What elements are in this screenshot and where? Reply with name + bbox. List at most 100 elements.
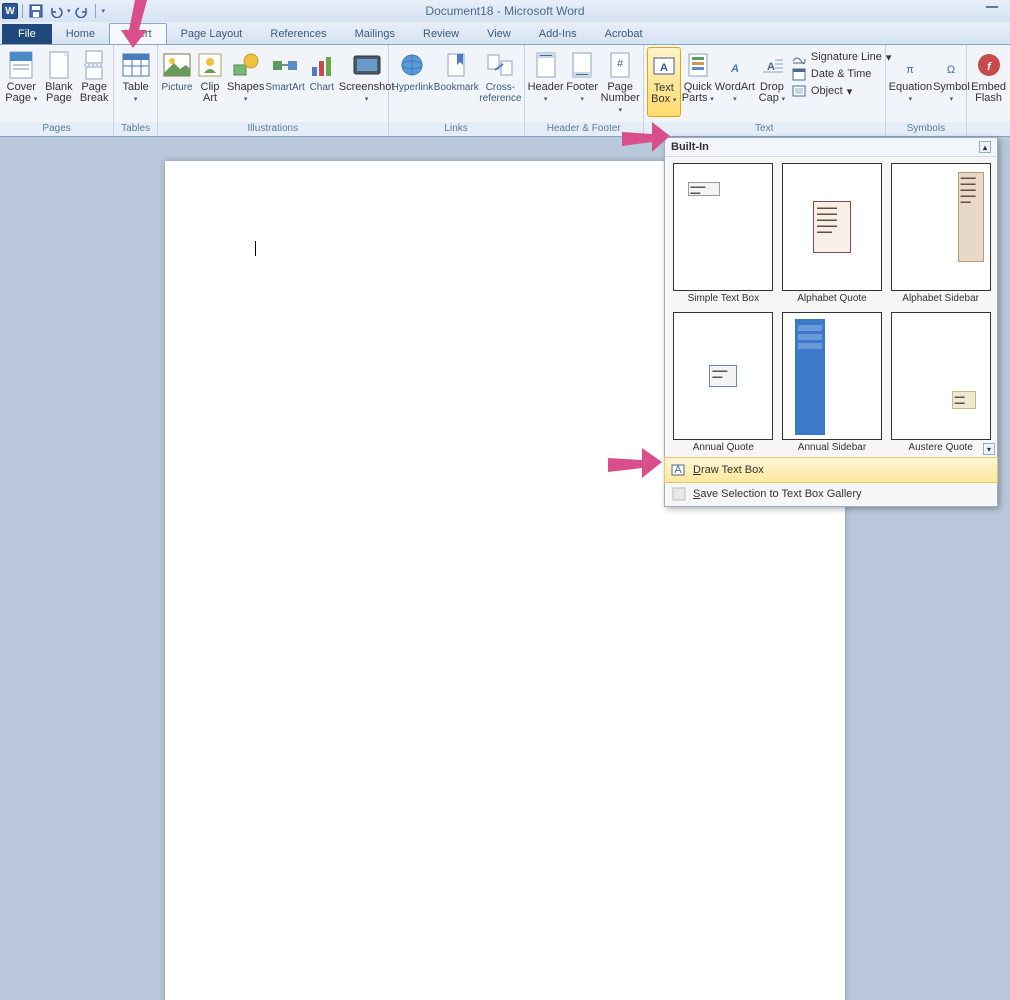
group-label-flash — [967, 122, 1010, 136]
tab-file[interactable]: File — [2, 24, 52, 44]
tab-home[interactable]: Home — [52, 24, 109, 44]
title-bar: W ▾ ▾ Document18 - Microsoft Word — [0, 0, 1010, 22]
object-button[interactable]: Object ▾ — [791, 83, 891, 99]
shapes-button[interactable]: Shapes▾ — [227, 47, 264, 117]
flash-icon: f — [973, 49, 1005, 81]
page-break-icon — [78, 49, 110, 81]
drop-cap-icon: A — [756, 49, 788, 81]
group-pages: CoverPage ▾ BlankPage PageBreak Pages — [0, 45, 114, 136]
wordart-icon: A — [719, 49, 751, 81]
clipart-icon — [194, 49, 226, 81]
picture-icon — [161, 49, 193, 81]
header-icon — [530, 49, 562, 81]
group-flash: f EmbedFlash — [967, 45, 1010, 136]
group-label-headerfooter: Header & Footer — [525, 122, 643, 136]
header-button[interactable]: Header▾ — [528, 47, 564, 117]
undo-button[interactable] — [47, 2, 65, 20]
text-box-button[interactable]: A TextBox ▾ — [647, 47, 681, 117]
drop-cap-button[interactable]: A DropCap ▾ — [756, 47, 788, 117]
bookmark-button[interactable]: Bookmark — [434, 47, 478, 117]
tab-mailings[interactable]: Mailings — [341, 24, 409, 44]
save-button[interactable] — [27, 2, 45, 20]
minimize-button[interactable] — [984, 4, 1002, 18]
equation-button[interactable]: π Equation▾ — [889, 47, 932, 117]
group-label-tables: Tables — [114, 122, 157, 136]
hyperlink-icon — [396, 49, 428, 81]
quick-parts-button[interactable]: QuickParts ▾ — [682, 47, 714, 117]
blank-page-button[interactable]: BlankPage — [41, 47, 78, 117]
ribbon-tabs: File Home Insert Page Layout References … — [0, 22, 1010, 45]
gallery-item-alphabet-quote[interactable]: ▬▬▬▬▬▬▬▬▬▬▬▬▬▬▬▬▬▬▬ Alphabet Quote — [778, 161, 887, 310]
hyperlink-button[interactable]: Hyperlink — [392, 47, 434, 117]
date-time-icon — [791, 66, 807, 82]
svg-text:#: # — [617, 58, 624, 70]
wordart-button[interactable]: A WordArt▾ — [715, 47, 755, 117]
table-button[interactable]: Table▾ — [117, 47, 154, 117]
svg-text:Ω: Ω — [947, 64, 955, 76]
smartart-icon — [269, 49, 301, 81]
window-title: Document18 - Microsoft Word — [425, 4, 584, 18]
ribbon: CoverPage ▾ BlankPage PageBreak Pages Ta… — [0, 45, 1010, 137]
word-app-icon[interactable]: W — [2, 3, 18, 19]
svg-text:A: A — [730, 63, 739, 75]
gallery-item-annual-quote[interactable]: ▬▬▬▬▬ Annual Quote — [669, 310, 778, 457]
tab-review[interactable]: Review — [409, 24, 473, 44]
equation-icon: π — [894, 49, 926, 81]
tab-references[interactable]: References — [256, 24, 340, 44]
tab-page-layout[interactable]: Page Layout — [167, 24, 257, 44]
svg-text:A: A — [767, 61, 775, 73]
svg-text:A: A — [674, 464, 682, 476]
signature-line-button[interactable]: Signature Line ▾ — [791, 49, 891, 65]
cover-page-button[interactable]: CoverPage ▾ — [3, 47, 40, 117]
footer-button[interactable]: Footer▾ — [565, 47, 600, 117]
group-label-links: Links — [389, 122, 524, 136]
svg-text:π: π — [907, 64, 915, 76]
picture-button[interactable]: Picture — [161, 47, 193, 117]
svg-text:A: A — [660, 62, 668, 74]
embed-flash-button[interactable]: f EmbedFlash — [970, 47, 1007, 117]
draw-textbox-icon: A — [671, 462, 687, 478]
group-text: A TextBox ▾ QuickParts ▾ A WordArt▾ A Dr… — [644, 45, 886, 136]
group-links: Hyperlink Bookmark Cross-reference Links — [389, 45, 525, 136]
gallery-item-simple-text-box[interactable]: ▬▬▬▬▬ Simple Text Box — [669, 161, 778, 310]
clipart-button[interactable]: ClipArt — [194, 47, 226, 117]
tab-acrobat[interactable]: Acrobat — [591, 24, 657, 44]
bookmark-icon — [440, 49, 472, 81]
gallery-item-annual-sidebar[interactable]: Annual Sidebar — [778, 310, 887, 457]
text-box-icon: A — [648, 50, 680, 82]
chart-button[interactable]: Chart — [306, 47, 338, 117]
page-number-button[interactable]: # PageNumber ▾ — [601, 47, 640, 117]
group-label-pages: Pages — [0, 122, 113, 136]
symbol-icon: Ω — [935, 49, 967, 81]
draw-text-box-menu[interactable]: A DDraw Text Boxraw Text Box — [664, 457, 998, 483]
group-header-footer: Header▾ Footer▾ # PageNumber ▾ Header & … — [525, 45, 644, 136]
gallery-item-austere-quote[interactable]: ▬▬▬▬ Austere Quote — [886, 310, 995, 457]
tab-view[interactable]: View — [473, 24, 525, 44]
date-time-button[interactable]: Date & Time — [791, 66, 891, 82]
gallery-item-alphabet-sidebar[interactable]: ▬▬▬▬▬▬▬▬▬▬▬▬▬▬ Alphabet Sidebar — [886, 161, 995, 310]
table-icon — [120, 49, 152, 81]
text-cursor — [255, 241, 256, 256]
gallery-header: Built-In ▴ — [665, 138, 997, 157]
group-tables: Table▾ Tables — [114, 45, 158, 136]
group-illustrations: Picture ClipArt Shapes▾ SmartArt Chart S… — [158, 45, 389, 136]
page-number-icon: # — [604, 49, 636, 81]
group-label-illustrations: Illustrations — [158, 122, 388, 136]
screenshot-button[interactable]: Screenshot▾ — [339, 47, 395, 117]
group-label-text: Text — [644, 122, 885, 136]
footer-icon — [566, 49, 598, 81]
group-symbols: π Equation▾ Ω Symbol▾ Symbols — [886, 45, 968, 136]
cross-reference-button[interactable]: Cross-reference — [479, 47, 521, 117]
scroll-down-button[interactable]: ▾ — [983, 443, 995, 455]
page-break-button[interactable]: PageBreak — [78, 47, 110, 117]
smartart-button[interactable]: SmartArt — [265, 47, 304, 117]
blank-page-icon — [43, 49, 75, 81]
tab-insert[interactable]: Insert — [109, 23, 167, 44]
signature-icon — [791, 49, 807, 65]
symbol-button[interactable]: Ω Symbol▾ — [933, 47, 970, 117]
save-selection-menu: Save Selection to Text Box Gallery — [665, 482, 997, 506]
redo-button[interactable] — [73, 2, 91, 20]
cross-reference-icon — [484, 49, 516, 81]
tab-addins[interactable]: Add-Ins — [525, 24, 591, 44]
scroll-up-button[interactable]: ▴ — [979, 141, 991, 153]
